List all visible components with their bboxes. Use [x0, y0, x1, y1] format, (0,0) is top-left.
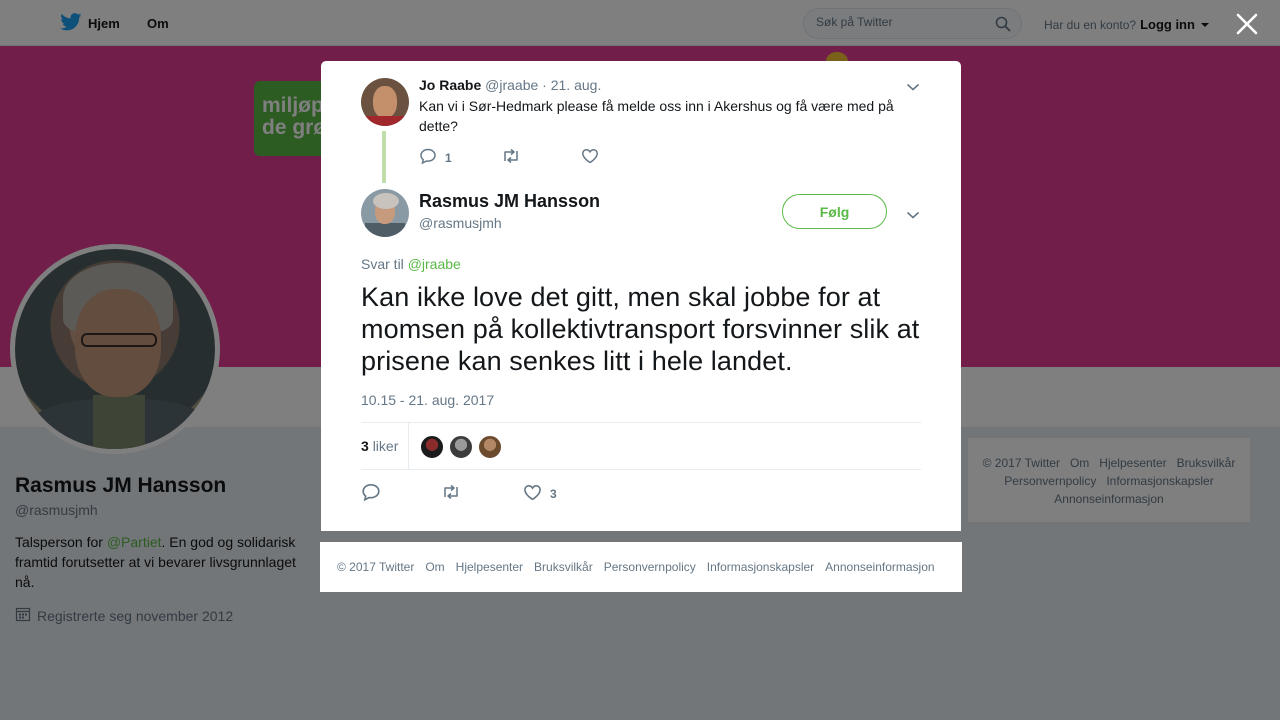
footer-link[interactable]: Bruksvilkår: [534, 560, 593, 574]
main-tweet-actions: 3: [361, 482, 557, 505]
footer-link[interactable]: Hjelpesenter: [456, 560, 523, 574]
heart-icon: [581, 148, 599, 167]
footer-link[interactable]: Annonseinformasjon: [825, 560, 934, 574]
heart-icon: [523, 484, 542, 504]
liker-avatar[interactable]: [478, 435, 502, 459]
parent-tweet-actions: 1: [419, 147, 599, 168]
reply-to-line: Svar til @jraabe: [361, 256, 461, 272]
reply-icon: [419, 147, 437, 168]
reply-count: 1: [445, 150, 452, 165]
liker-avatar[interactable]: [420, 435, 444, 459]
likes-stat[interactable]: 3 liker: [361, 423, 409, 469]
parent-tweet-separator: ·: [542, 77, 547, 93]
footer-link[interactable]: Informasjonskapsler: [707, 560, 814, 574]
main-tweet-handle[interactable]: @rasmusjmh: [419, 215, 502, 231]
follow-button[interactable]: Følg: [782, 194, 887, 229]
retweet-button[interactable]: [501, 148, 581, 167]
reply-icon: [361, 482, 381, 505]
footer-link[interactable]: © 2017 Twitter: [337, 560, 414, 574]
liker-avatar[interactable]: [449, 435, 473, 459]
retweet-button[interactable]: [441, 484, 523, 503]
parent-tweet-name[interactable]: Jo Raabe: [419, 77, 481, 93]
parent-tweet-handle[interactable]: @jraabe: [485, 77, 538, 93]
footer-link[interactable]: Om: [425, 560, 444, 574]
parent-tweet-header: Jo Raabe @jraabe · 21. aug.: [419, 77, 601, 93]
tweet-stats: 3 liker: [361, 422, 921, 470]
retweet-icon: [441, 484, 461, 503]
chevron-down-icon[interactable]: [906, 79, 920, 97]
reply-button[interactable]: 1: [419, 147, 501, 168]
reply-button[interactable]: [361, 482, 441, 505]
main-tweet-avatar[interactable]: [361, 189, 409, 237]
parent-tweet-avatar[interactable]: [361, 78, 409, 126]
parent-tweet-text: Kan vi i Sør-Hedmark please få melde oss…: [419, 98, 894, 134]
parent-tweet-date[interactable]: 21. aug.: [551, 77, 602, 93]
main-tweet-name[interactable]: Rasmus JM Hansson: [419, 191, 600, 212]
main-tweet-timestamp[interactable]: 10.15 - 21. aug. 2017: [361, 392, 494, 408]
like-button[interactable]: [581, 148, 599, 167]
reply-to-prefix: Svar til: [361, 256, 408, 272]
like-button[interactable]: 3: [523, 484, 557, 504]
thread-line: [382, 131, 386, 183]
like-count: 3: [550, 486, 557, 501]
retweet-icon: [501, 148, 521, 167]
main-tweet-text: Kan ikke love det gitt, men skal jobbe f…: [361, 282, 920, 376]
likes-count: 3: [361, 438, 369, 454]
likes-label: liker: [372, 438, 399, 454]
reply-to-mention[interactable]: @jraabe: [408, 256, 461, 272]
modal-footer: © 2017 Twitter Om Hjelpesenter Bruksvilkår P…: [320, 542, 962, 592]
close-icon[interactable]: [1233, 10, 1261, 38]
tweet-modal: Jo Raabe @jraabe · 21. aug. Kan vi i Sør…: [321, 61, 961, 531]
chevron-down-icon[interactable]: [906, 207, 920, 225]
footer-link[interactable]: Personvernpolicy: [604, 560, 696, 574]
